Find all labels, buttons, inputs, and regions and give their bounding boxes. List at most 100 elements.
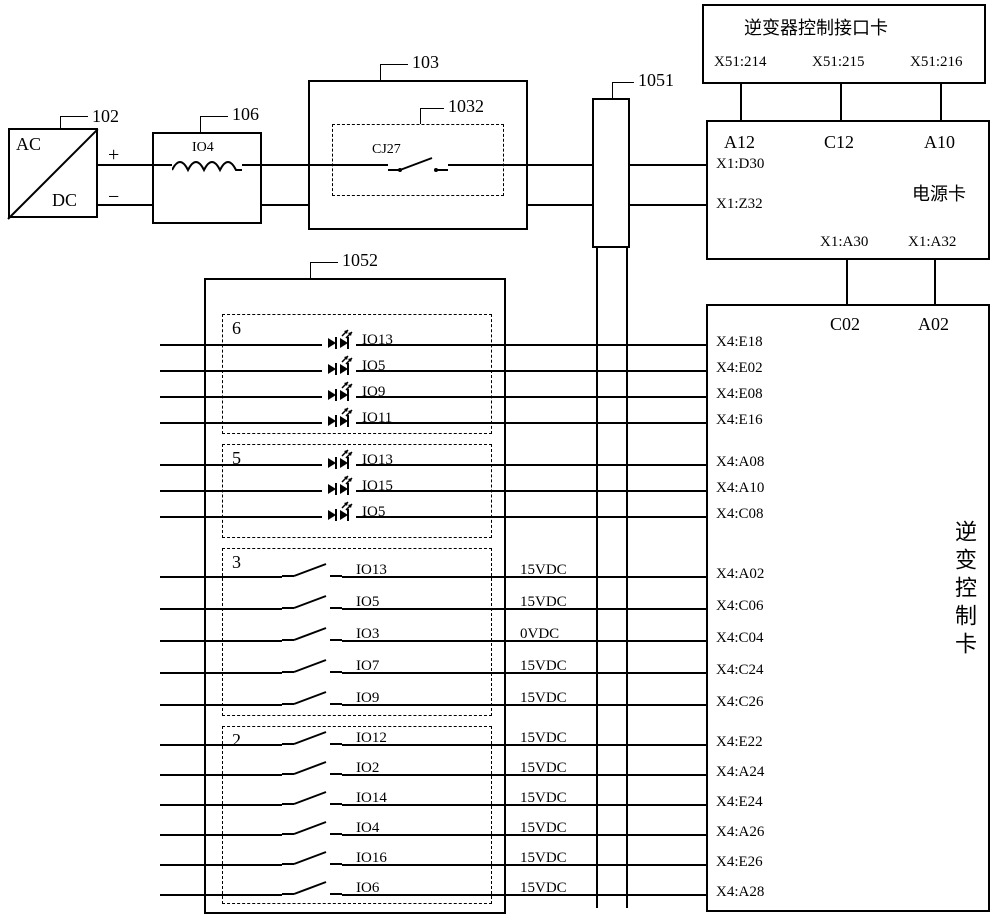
sw-in	[308, 164, 388, 166]
ctrl-top-0: C02	[830, 314, 860, 335]
row-line	[222, 864, 282, 866]
row-stub-left	[160, 804, 222, 806]
ctrl-title: 逆变控制卡	[948, 520, 980, 660]
row-line-r	[356, 396, 706, 398]
row-line	[222, 704, 282, 706]
pc-v0	[846, 260, 848, 304]
row-line-r	[506, 576, 706, 578]
power-top-1: C12	[824, 132, 854, 153]
row-line-mid	[342, 834, 506, 836]
group-6	[222, 314, 492, 434]
ctrl-pin: X4:A08	[716, 454, 764, 471]
row-stub-left	[160, 422, 222, 424]
leader-102	[60, 116, 88, 128]
wire-plus	[98, 164, 152, 166]
contactor-switch	[388, 156, 448, 176]
io-label: IO9	[362, 384, 385, 401]
row-line-r	[356, 516, 706, 518]
leader-103	[380, 64, 408, 80]
switch-icon	[282, 820, 342, 840]
ctrl-pin: X4:C04	[716, 630, 764, 647]
leader-106	[200, 116, 228, 132]
power-bot-1: X1:A32	[908, 234, 956, 251]
row-stub-left	[160, 608, 222, 610]
group-6-num: 6	[232, 318, 241, 339]
ctrl-pin: X4:E18	[716, 334, 763, 351]
ref-103: 103	[412, 52, 439, 73]
bus-left	[596, 248, 598, 908]
power-title: 电源卡	[912, 180, 966, 206]
row-line-mid	[342, 576, 506, 578]
row-line-r	[506, 672, 706, 674]
row-line-r	[506, 774, 706, 776]
ctrl-pin: X4:E02	[716, 360, 763, 377]
row-line-mid	[342, 804, 506, 806]
row-line	[222, 672, 282, 674]
switch-icon	[282, 562, 342, 582]
group-2-num: 2	[232, 730, 241, 751]
row-line	[222, 774, 282, 776]
ref-1052: 1052	[342, 250, 378, 271]
io-label: IO15	[362, 478, 393, 495]
row-stub-left	[160, 396, 222, 398]
power-top-0: A12	[724, 132, 755, 153]
row-line	[222, 576, 282, 578]
row-line	[222, 608, 282, 610]
row-stub-left	[160, 370, 222, 372]
power-top-2: A10	[924, 132, 955, 153]
ctrl-pin: X4:E24	[716, 794, 763, 811]
ctrl-pin: X4:C24	[716, 662, 764, 679]
row-line	[222, 370, 322, 372]
io-label: IO13	[362, 332, 393, 349]
row-line	[222, 640, 282, 642]
row-stub-left	[160, 576, 222, 578]
wire-minus	[98, 204, 152, 206]
switch-icon	[282, 730, 342, 750]
rail-top	[630, 164, 706, 166]
wire-top-2	[528, 164, 592, 166]
pc-v1	[934, 260, 936, 304]
row-line-r	[506, 834, 706, 836]
row-stub-left	[160, 344, 222, 346]
row-line	[222, 464, 322, 466]
row-stub-left	[160, 704, 222, 706]
ctrl-pin: X4:C26	[716, 694, 764, 711]
switch-icon	[282, 850, 342, 870]
row-line-r	[356, 370, 706, 372]
row-line	[222, 744, 282, 746]
wire-top-1	[262, 164, 308, 166]
iface-pin-0: X51:214	[714, 54, 767, 71]
inductor-name: IO4	[192, 140, 214, 156]
power-bot-0: X1:A30	[820, 234, 868, 251]
row-line	[222, 396, 322, 398]
led-icon	[322, 386, 356, 404]
row-line-r	[356, 344, 706, 346]
ctrl-pin: X4:E26	[716, 854, 763, 871]
acdc-ac: AC	[16, 134, 41, 155]
row-stub-left	[160, 490, 222, 492]
io-label: IO13	[362, 452, 393, 469]
row-line-r	[506, 640, 706, 642]
row-line-mid	[342, 774, 506, 776]
row-line	[222, 422, 322, 424]
row-line	[222, 344, 322, 346]
switch-icon	[282, 790, 342, 810]
row-line	[222, 516, 322, 518]
leader-1051	[612, 82, 634, 98]
iface-pin-2: X51:216	[910, 54, 963, 71]
ctrl-pin: X4:C08	[716, 506, 764, 523]
row-stub-left	[160, 516, 222, 518]
bus-right	[626, 248, 628, 908]
sw-out	[448, 164, 528, 166]
iface-pin-1: X51:215	[812, 54, 865, 71]
switch-icon	[282, 880, 342, 900]
inductor-symbol	[172, 158, 242, 176]
row-stub-left	[160, 464, 222, 466]
power-left-1: X1:Z32	[716, 196, 763, 213]
row-stub-left	[160, 894, 222, 896]
row-line	[222, 894, 282, 896]
group-2	[222, 726, 492, 904]
iface-v2	[940, 84, 942, 120]
row-line-r	[506, 804, 706, 806]
ctrl-pin: X4:A24	[716, 764, 764, 781]
